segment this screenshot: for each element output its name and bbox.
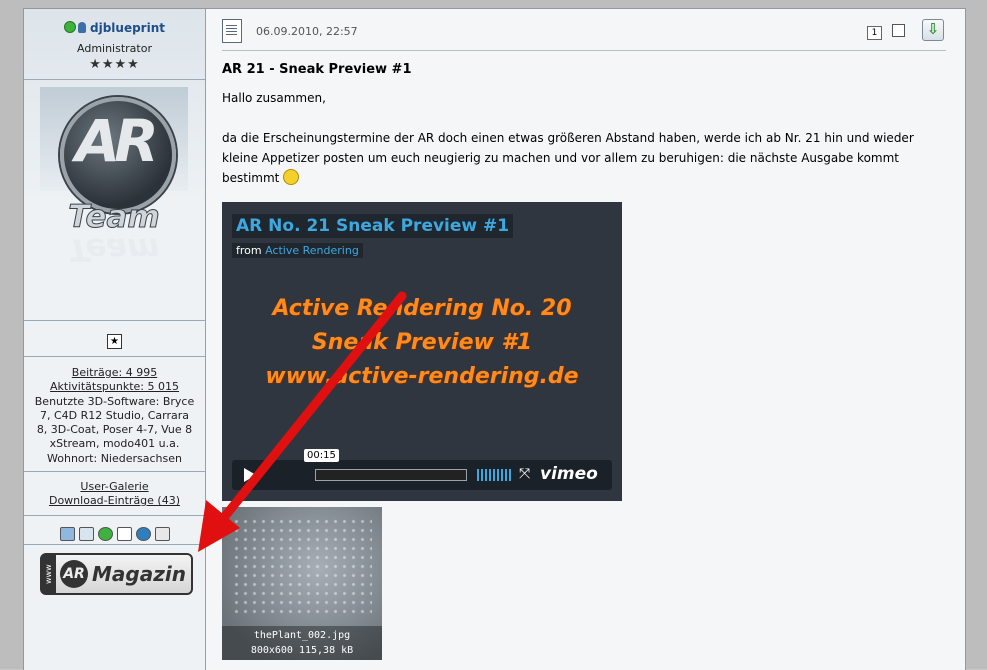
avatar-caption-reflection: Team [68,231,160,267]
ar-magazin-banner[interactable]: www AR Magazin [40,553,193,595]
channel-link[interactable]: Active Rendering [265,244,359,257]
volume-icon[interactable] [477,469,511,481]
video-from: from Active Rendering [232,243,363,258]
contact-icons [24,526,205,541]
post-paragraph: da die Erscheinungstermine der AR doch e… [222,131,914,185]
divider [24,79,205,80]
post-number[interactable]: 1 [867,26,882,40]
video-frame-line-1: Active Rendering No. 20 [272,296,572,321]
download-entries-link[interactable]: Download-Einträge (43) [49,494,180,507]
user-gallery-link[interactable]: User-Galerie [80,480,148,493]
banner-ar-logo: AR [60,560,88,588]
globe-icon[interactable] [135,526,151,541]
page-background: djblueprint Administrator ★★★★ AR Team T… [0,0,987,670]
vimeo-video-player[interactable]: AR No. 21 Sneak Preview #1 from Active R… [222,202,622,501]
post-container: djblueprint Administrator ★★★★ AR Team T… [23,8,966,670]
attachment-filename: thePlant_002.jpg [253,630,351,641]
username-link[interactable]: djblueprint [24,21,205,35]
greeting: Hallo zusammen, [222,91,326,105]
divider [24,515,205,516]
video-frame-line-3: www.active-rendering.de [265,364,579,389]
divider [24,544,205,545]
ar-logo-letters: AR [75,107,159,175]
user-rank: Administrator [77,42,152,55]
select-checkbox[interactable] [892,24,905,37]
divider [24,320,205,321]
location-info: Wohnort: Niedersachsen [47,451,182,465]
user-stats: Beiträge: 4 995 Aktivitätspunkte: 5 015 … [34,366,195,466]
fullscreen-icon[interactable]: ⤧ [519,466,530,482]
arrow-down-icon[interactable]: ⇩ [922,19,944,41]
post-content: 06.09.2010, 22:57 1 ⇩ AR 21 - Sneak Prev… [206,9,965,670]
rank-stars: ★★★★ [89,57,140,72]
divider [24,356,205,357]
post-title: AR 21 - Sneak Preview #1 [222,62,412,77]
post-date: 06.09.2010, 22:57 [256,25,358,38]
attachment-thumbnail[interactable]: thePlant_002.jpg 800x600 115,38 kB [222,507,382,660]
activity-points-link[interactable]: Aktivitätspunkte: 5 015 [50,380,179,393]
username-text[interactable]: djblueprint [90,21,165,35]
document-icon[interactable] [222,19,242,43]
im-icon[interactable] [154,526,170,541]
video-frame-line-2: Sneak Preview #1 [311,330,533,355]
user-icon [78,22,86,33]
from-label: from [236,244,262,257]
attachment-info: 800x600 115,38 kB [250,645,354,656]
divider [24,471,205,472]
video-time: 00:15 [304,449,339,462]
star-icon[interactable]: ★ [107,334,122,349]
profile-icon[interactable] [78,526,94,541]
video-title-link[interactable]: AR No. 21 Sneak Preview #1 [232,214,514,238]
vimeo-logo[interactable]: vimeo [540,464,598,484]
video-controls: 00:15 ⤧ vimeo [232,449,612,490]
online-status-icon [64,21,76,33]
icq-icon[interactable] [97,526,113,541]
avatar: AR Team Team [40,87,188,267]
mail-icon[interactable] [116,526,132,541]
software-info: Benutzte 3D-Software: Bryce 7, C4D R12 S… [34,394,195,451]
video-progress-bar[interactable] [315,469,467,481]
user-sidebar: djblueprint Administrator ★★★★ AR Team T… [24,9,206,670]
banner-text: Magazin [92,562,186,586]
attachment-caption: thePlant_002.jpg 800x600 115,38 kB [222,626,382,660]
avatar-caption: Team [68,199,160,236]
banner-www: www [42,555,56,593]
posts-count-link[interactable]: Beiträge: 4 995 [72,366,157,379]
user-links: User-Galerie Download-Einträge (43) [24,480,205,508]
grin-smiley-icon [283,169,300,185]
home-icon[interactable] [59,526,75,541]
play-icon[interactable] [244,468,256,482]
header-divider [222,50,946,51]
